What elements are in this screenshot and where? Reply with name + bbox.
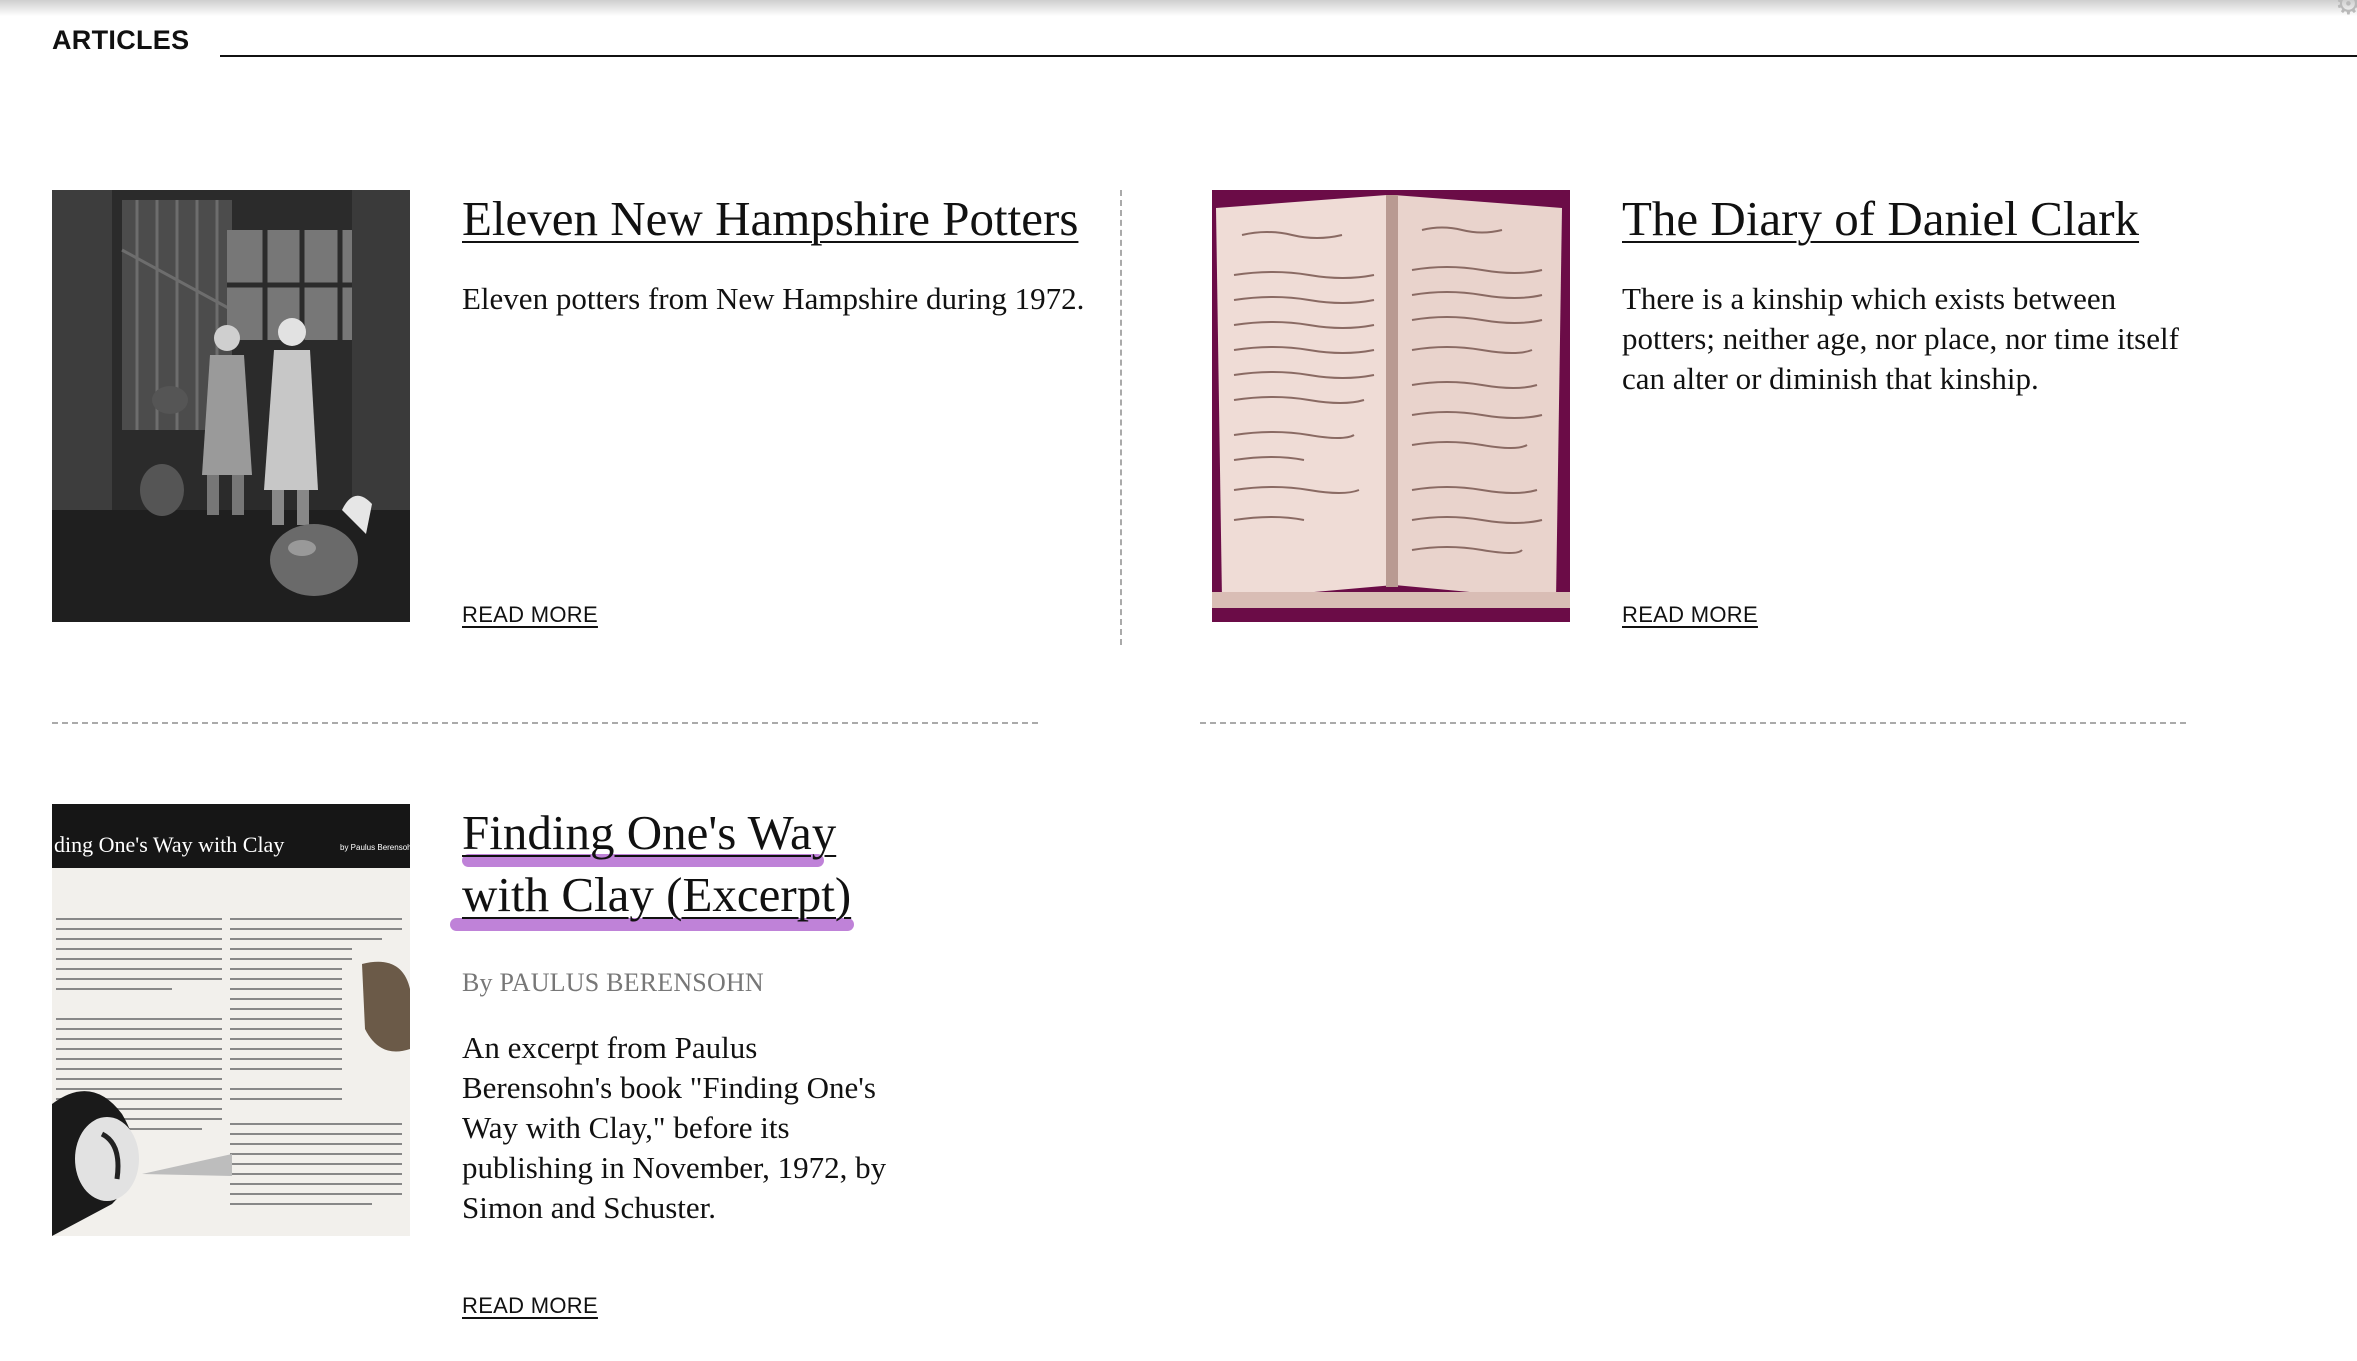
article-title-finding-way[interactable]: Finding One's Way with Clay (Excerpt) [462, 802, 922, 926]
column-divider [1120, 190, 1122, 645]
article-thumbnail-potters[interactable] [52, 190, 410, 622]
article-title-potters[interactable]: Eleven New Hampshire Potters [462, 188, 1078, 250]
article-title-line2[interactable]: with Clay (Excerpt) [462, 867, 851, 922]
article-title-diary[interactable]: The Diary of Daniel Clark [1622, 188, 2139, 250]
thumbnail-caption: ding One's Way with Clay [54, 832, 284, 857]
top-shadow [0, 0, 2357, 16]
read-more-link-finding-way[interactable]: READ MORE [462, 1293, 598, 1319]
article-byline: By PAULUS BERENSOHN [462, 968, 764, 997]
read-more-link-diary[interactable]: READ MORE [1622, 602, 1758, 628]
row-divider-left [52, 722, 1038, 724]
article-summary-diary: There is a kinship which exists between … [1622, 281, 2179, 396]
thumbnail-byline: by Paulus Berensohn [340, 843, 410, 852]
article-thumbnail-finding-way[interactable]: ding One's Way with Clay by Paulus Beren… [52, 804, 410, 1236]
book-page-photo-icon: ding One's Way with Clay by Paulus Beren… [52, 804, 410, 1236]
article-summary-potters: Eleven potters from New Hampshire during… [462, 281, 1085, 316]
diary-photo-icon [1212, 190, 1570, 622]
articles-page: ⚙ ARTICLES Eleven New Hampshire Potters … [0, 0, 2357, 1361]
section-rule [220, 55, 2357, 57]
article-summary-finding-way: An excerpt from Paulus Berensohn's book … [462, 1030, 887, 1225]
read-more-link-potters[interactable]: READ MORE [462, 602, 598, 628]
section-heading: ARTICLES [52, 25, 190, 55]
potters-photo-icon [52, 190, 410, 622]
article-title-line1[interactable]: Finding One's Way [462, 805, 836, 860]
row-divider-right [1200, 722, 2186, 724]
article-thumbnail-diary[interactable] [1212, 190, 1570, 622]
gear-icon[interactable]: ⚙ [2335, 0, 2357, 20]
